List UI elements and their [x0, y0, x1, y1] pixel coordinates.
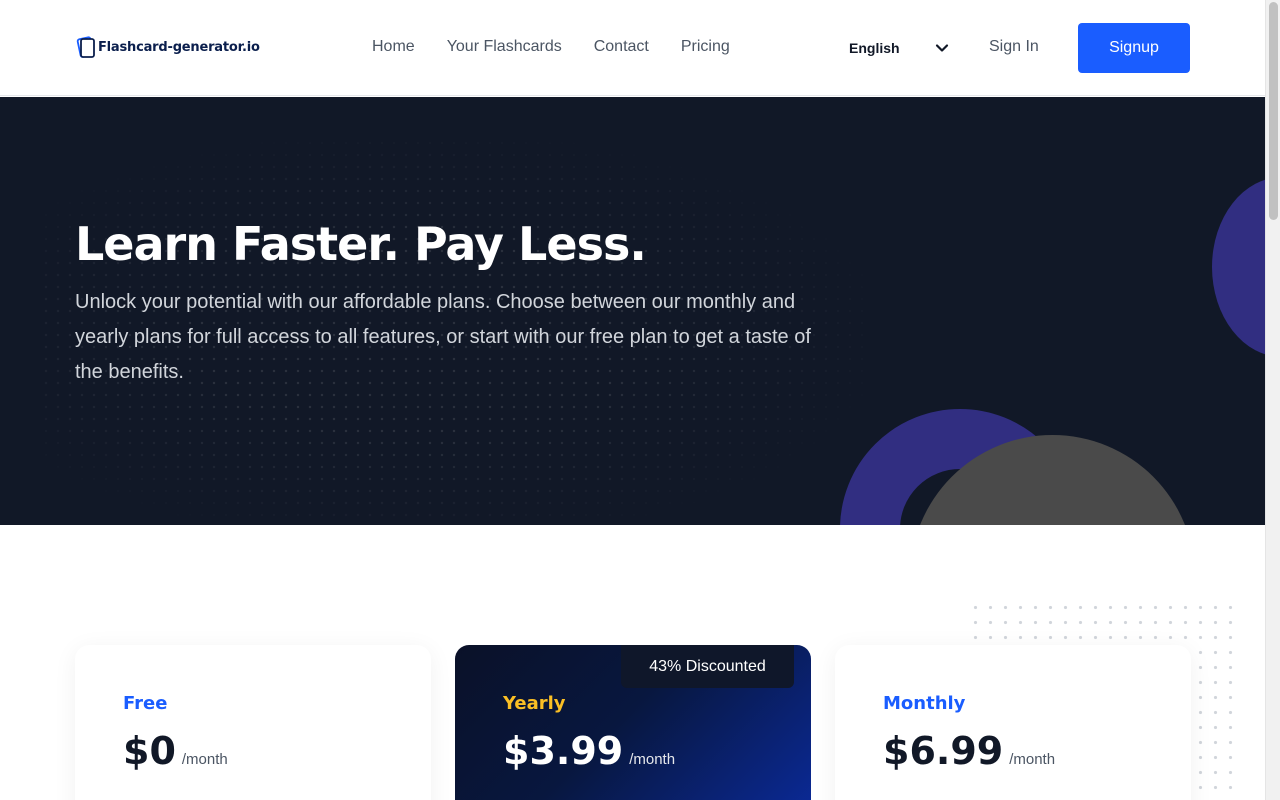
plan-card-free[interactable]: Free $0 /month — [75, 645, 431, 800]
plan-price: $3.99 — [503, 729, 624, 773]
language-selected: English — [849, 40, 900, 56]
signup-button[interactable]: Signup — [1078, 23, 1190, 73]
site-header: Flashcard-generator.io Home Your Flashca… — [0, 0, 1265, 96]
logo-text: Flashcard-generator.io — [98, 39, 260, 55]
sign-in-link[interactable]: Sign In — [989, 38, 1039, 56]
plan-name: Free — [123, 693, 168, 714]
discount-badge: 43% Discounted — [621, 645, 794, 688]
nav-contact[interactable]: Contact — [594, 38, 649, 56]
page-scrollbar[interactable] — [1265, 0, 1280, 800]
flashcards-logo-icon — [76, 36, 95, 58]
hero-subtitle: Unlock your potential with our affordabl… — [75, 291, 811, 383]
plan-price: $6.99 — [883, 729, 1004, 773]
plan-price-row: $6.99 /month — [883, 729, 1055, 773]
logo[interactable]: Flashcard-generator.io — [76, 36, 260, 58]
plan-name: Monthly — [883, 693, 966, 714]
chevron-down-icon — [935, 44, 949, 52]
nav-pricing[interactable]: Pricing — [681, 38, 730, 56]
plan-price: $0 — [123, 729, 176, 773]
nav-home[interactable]: Home — [372, 38, 415, 56]
hero-title: Learn Faster. Pay Less. — [75, 217, 647, 271]
scrollbar-thumb[interactable] — [1269, 2, 1278, 220]
plan-period: /month — [1009, 751, 1056, 768]
decorative-blob — [1212, 177, 1265, 357]
hero-section: Learn Faster. Pay Less. Unlock your pote… — [0, 97, 1265, 525]
nav-your-flashcards[interactable]: Your Flashcards — [447, 38, 562, 56]
main-nav: Home Your Flashcards Contact Pricing — [372, 38, 730, 56]
plan-price-row: $3.99 /month — [503, 729, 675, 773]
plan-period: /month — [629, 751, 676, 768]
plan-name: Yearly — [503, 693, 566, 714]
plan-card-monthly[interactable]: Monthly $6.99 /month — [835, 645, 1191, 800]
language-select[interactable]: English — [849, 38, 949, 58]
plan-price-row: $0 /month — [123, 729, 228, 773]
plan-card-yearly[interactable]: 43% Discounted Yearly $3.99 /month — [455, 645, 811, 800]
plan-period: /month — [181, 751, 228, 768]
